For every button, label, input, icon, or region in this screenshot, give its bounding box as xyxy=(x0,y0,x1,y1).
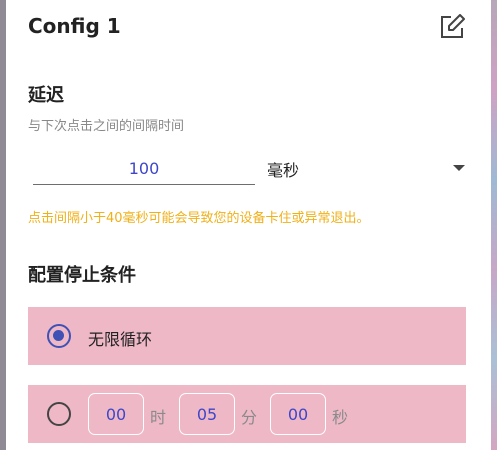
minutes-input[interactable] xyxy=(179,393,235,435)
minutes-unit-label: 分 xyxy=(241,408,258,427)
radio-timer[interactable] xyxy=(47,402,71,426)
hours-input[interactable] xyxy=(88,393,144,435)
infinite-loop-label: 无限循环 xyxy=(88,330,153,349)
option-infinite-loop[interactable]: 无限循环 xyxy=(28,307,466,365)
hours-unit-label: 时 xyxy=(150,408,167,427)
delay-unit-dropdown[interactable]: 毫秒 xyxy=(265,152,465,182)
option-timer[interactable]: 时 分 秒 xyxy=(28,385,466,443)
stop-condition-heading: 配置停止条件 xyxy=(28,265,136,286)
dialog-title: Config 1 xyxy=(28,14,121,38)
edit-icon[interactable] xyxy=(439,14,465,40)
delay-warning: 点击间隔小于40毫秒可能会导致您的设备卡住或异常退出。 xyxy=(28,211,370,226)
delay-subtitle: 与下次点击之间的间隔时间 xyxy=(28,119,185,134)
backdrop-right xyxy=(491,0,497,450)
seconds-input[interactable] xyxy=(270,393,326,435)
delay-heading: 延迟 xyxy=(28,85,64,106)
seconds-unit-label: 秒 xyxy=(332,408,349,427)
dropdown-arrow-icon xyxy=(453,165,465,171)
radio-infinite-loop[interactable] xyxy=(47,324,71,348)
config-dialog: Config 1 延迟 与下次点击之间的间隔时间 毫秒 点击间隔小于40毫秒可能… xyxy=(6,0,491,450)
delay-unit-label: 毫秒 xyxy=(267,161,300,180)
delay-input[interactable] xyxy=(33,152,255,185)
